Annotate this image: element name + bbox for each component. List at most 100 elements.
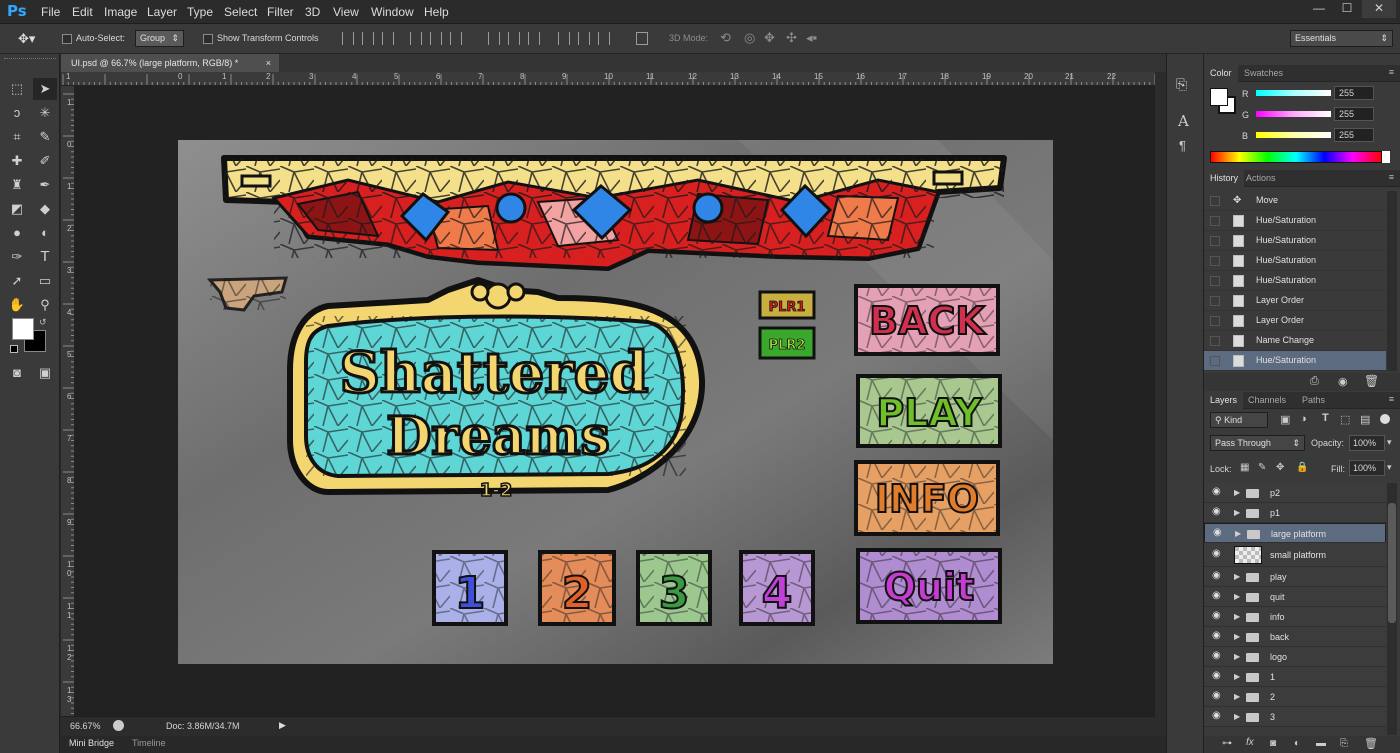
minimize-icon[interactable]: —	[1306, 0, 1332, 18]
history-panel-menu-icon[interactable]: ≡	[1389, 172, 1394, 182]
default-colors-icon[interactable]	[10, 345, 18, 353]
channel-b-value[interactable]: 255	[1334, 128, 1374, 142]
eye-icon[interactable]: ◉	[1212, 591, 1224, 601]
filter-toggle-icon[interactable]	[1380, 414, 1390, 424]
fill-arrow-icon[interactable]: ▾	[1387, 462, 1392, 473]
menu-3d[interactable]: 3D	[305, 5, 320, 19]
clone-stamp-icon[interactable]: ♜	[5, 174, 29, 196]
document-canvas[interactable]: Shattered Dreams 1-2 PLR1 PLR2 BACK PLAY…	[178, 140, 1053, 664]
menu-type[interactable]: Type	[187, 5, 213, 19]
lock-image-icon[interactable]: ✎	[1258, 462, 1266, 473]
distribute-left-icon[interactable]	[558, 32, 570, 45]
channel-g-slider[interactable]	[1256, 111, 1331, 117]
delete-layer-trash-icon[interactable]: 🗑	[1364, 737, 1378, 750]
eye-icon[interactable]: ◉	[1212, 571, 1224, 581]
menu-layer[interactable]: Layer	[147, 5, 177, 19]
opacity-input[interactable]: 100%	[1349, 435, 1385, 451]
shape-tool-icon[interactable]: ▭	[33, 270, 57, 292]
magic-wand-icon[interactable]: ✳	[33, 102, 57, 124]
tab-layers[interactable]: Layers	[1204, 392, 1244, 409]
history-snapshot-checkbox[interactable]	[1210, 316, 1220, 326]
menu-select[interactable]: Select	[224, 5, 257, 19]
filter-smart-object-icon[interactable]: ▤	[1360, 413, 1370, 426]
layer-row[interactable]: ◉ ▶ quit	[1204, 587, 1386, 607]
history-item[interactable]: ✥ Move	[1204, 191, 1386, 211]
history-snapshot-checkbox[interactable]	[1210, 276, 1220, 286]
status-info-icon[interactable]	[113, 720, 124, 731]
history-item[interactable]: Hue/Saturation	[1204, 251, 1386, 271]
3d-rotate-icon[interactable]: ⟲	[720, 30, 731, 46]
align-vcenter-icon[interactable]	[362, 32, 374, 45]
3d-slide-icon[interactable]: ✣	[786, 30, 797, 46]
eye-icon[interactable]: ◉	[1212, 671, 1224, 681]
hand-tool-icon[interactable]: ✋	[5, 294, 29, 316]
filter-type-icon[interactable]: T	[1322, 412, 1329, 424]
filter-adjustment-icon[interactable]: ◑	[1300, 413, 1307, 425]
opacity-arrow-icon[interactable]: ▾	[1387, 437, 1392, 448]
layers-scrollbar[interactable]	[1387, 483, 1397, 735]
expand-arrow-icon[interactable]: ▶	[1235, 529, 1241, 538]
auto-select-checkbox[interactable]	[62, 34, 72, 44]
channel-b-slider[interactable]	[1256, 132, 1331, 138]
history-snapshot-checkbox[interactable]	[1210, 196, 1220, 206]
marquee-tool-icon[interactable]: ⬚	[5, 78, 29, 100]
eraser-icon[interactable]: ◩	[5, 198, 29, 220]
color-fg-swatch[interactable]	[1210, 88, 1228, 106]
history-item[interactable]: Hue/Saturation	[1204, 231, 1386, 251]
3d-scale-icon[interactable]: ◂▪	[806, 30, 817, 46]
tab-paths[interactable]: Paths	[1296, 392, 1331, 409]
align-right-icon[interactable]	[450, 32, 462, 45]
history-item[interactable]: Layer Order	[1204, 291, 1386, 311]
auto-select-dropdown[interactable]: Group ⇕	[135, 30, 184, 47]
menu-edit[interactable]: Edit	[72, 5, 93, 19]
add-mask-icon[interactable]: ◙	[1270, 738, 1276, 749]
show-transform-checkbox[interactable]	[203, 34, 213, 44]
delete-state-trash-icon[interactable]: 🗑	[1364, 374, 1379, 388]
eye-icon[interactable]: ◉	[1212, 691, 1224, 701]
close-window-icon[interactable]: ✕	[1362, 0, 1396, 18]
tab-timeline[interactable]: Timeline	[132, 738, 166, 748]
3d-roll-icon[interactable]: ◎	[744, 30, 755, 46]
menu-view[interactable]: View	[333, 5, 359, 19]
expand-arrow-icon[interactable]: ▶	[1234, 692, 1240, 701]
path-selection-icon[interactable]: ➚	[5, 270, 29, 292]
layer-row[interactable]: ◉ ▶ 3	[1204, 707, 1386, 727]
layer-row[interactable]: ◉ ▶ 2	[1204, 687, 1386, 707]
expand-arrow-icon[interactable]: ▶	[1234, 612, 1240, 621]
eye-icon[interactable]: ◉	[1212, 631, 1224, 641]
channel-r-slider[interactable]	[1256, 90, 1331, 96]
align-top-icon[interactable]	[342, 32, 354, 45]
layers-scroll-thumb[interactable]	[1388, 503, 1396, 623]
blur-tool-icon[interactable]: ●	[5, 222, 29, 244]
filter-shape-icon[interactable]: ⬚	[1340, 413, 1350, 426]
lock-transparent-icon[interactable]: ▦	[1240, 462, 1249, 473]
align-left-icon[interactable]	[410, 32, 422, 45]
history-snapshot-checkbox[interactable]	[1210, 336, 1220, 346]
menu-image[interactable]: Image	[104, 5, 137, 19]
color-spectrum-ramp[interactable]	[1210, 151, 1382, 163]
swap-colors-icon[interactable]: ↺	[39, 317, 47, 328]
status-menu-arrow-icon[interactable]: ▶	[279, 720, 286, 731]
eye-icon[interactable]: ◉	[1212, 611, 1224, 621]
layer-row[interactable]: ◉ ▶ logo	[1204, 647, 1386, 667]
expand-arrow-icon[interactable]: ▶	[1234, 488, 1240, 497]
history-brush-icon[interactable]: ✒	[33, 174, 57, 196]
spectrum-white-swatch[interactable]	[1382, 151, 1390, 163]
3d-drag-icon[interactable]: ✥	[764, 30, 775, 46]
fill-input[interactable]: 100%	[1349, 460, 1385, 476]
menu-help[interactable]: Help	[424, 5, 449, 19]
link-layers-icon[interactable]: ⊶	[1222, 738, 1232, 749]
eye-icon[interactable]: ◉	[1212, 487, 1224, 497]
eye-icon[interactable]: ◉	[1212, 507, 1224, 517]
tab-history[interactable]: History	[1204, 170, 1245, 187]
history-snapshot-checkbox[interactable]	[1210, 356, 1220, 366]
canvas-vertical-scrollbar[interactable]	[1155, 72, 1166, 736]
lock-all-icon[interactable]: 🔒	[1296, 462, 1308, 473]
healing-brush-icon[interactable]: ✚	[5, 150, 29, 172]
foreground-color-swatch[interactable]	[12, 318, 34, 340]
maximize-icon[interactable]: ☐	[1334, 0, 1360, 18]
quick-mask-icon[interactable]: ◙	[5, 362, 29, 384]
blend-mode-dropdown[interactable]: Pass Through ⇕	[1210, 435, 1305, 451]
lasso-tool-icon[interactable]: ↄ	[5, 102, 29, 124]
layer-row[interactable]: ◉ ▶ p1	[1204, 503, 1386, 523]
